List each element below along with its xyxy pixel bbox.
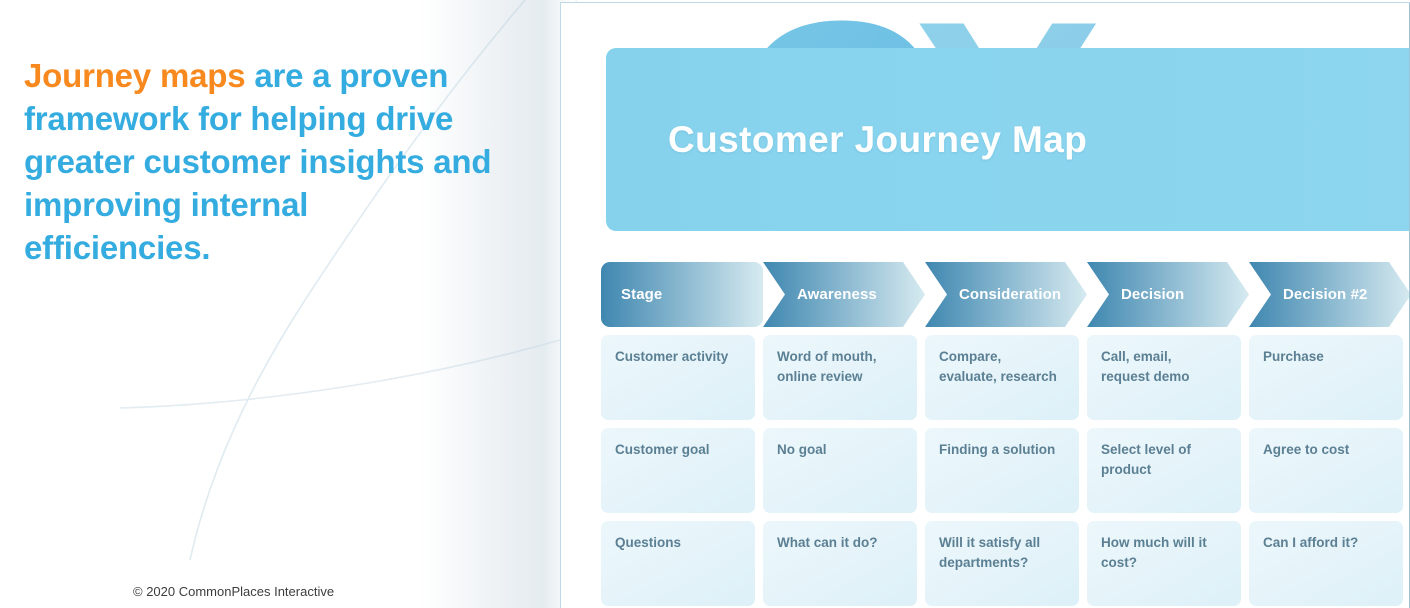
headline-text: Journey maps are a proven framework for … [24, 55, 494, 269]
stage-header-row: Stage Awareness Consideration Decision D… [601, 262, 1409, 327]
journey-map-cell[interactable]: Finding a solution [925, 428, 1079, 513]
stage-header-cell[interactable]: Decision [1087, 262, 1249, 327]
journey-map-cell-text: Select level of product [1101, 442, 1192, 477]
journey-map-cell-text: No goal [777, 442, 827, 457]
row-label-cell[interactable]: Questions [601, 521, 755, 606]
journey-map-cell-text: Finding a solution [939, 442, 1056, 457]
journey-map-cell-text: Will it satisfy all departments? [939, 535, 1041, 570]
journey-map-cell-text: Word of mouth, online review [777, 349, 877, 384]
journey-map-cell[interactable]: Select level of product [1087, 428, 1241, 513]
row-label-text: Customer goal [615, 442, 710, 457]
stage-label: Stage [621, 286, 663, 303]
journey-map-cell-text: Agree to cost [1263, 442, 1350, 457]
row-label-text: Customer activity [615, 349, 729, 364]
journey-map-header-band: Customer Journey Map [606, 48, 1409, 231]
row-label-text: Questions [615, 535, 682, 550]
stage-label: Awareness [797, 286, 877, 303]
stage-header-cell[interactable]: Awareness [763, 262, 925, 327]
journey-map-cell[interactable]: What can it do? [763, 521, 917, 606]
journey-map-row: Customer activity Word of mouth, online r… [601, 335, 1409, 420]
stage-label: Decision #2 [1283, 286, 1368, 303]
row-label-cell[interactable]: Customer activity [601, 335, 755, 420]
journey-map-cell[interactable]: Agree to cost [1249, 428, 1403, 513]
stage-header-cell[interactable]: Decision #2 [1249, 262, 1409, 327]
journey-map-cell-text: Call, email, request demo [1101, 349, 1190, 384]
journey-map-title: Customer Journey Map [668, 118, 1088, 160]
copyright-notice: © 2020 CommonPlaces Interactive [133, 584, 335, 599]
journey-map-cell-text: Purchase [1263, 349, 1324, 364]
journey-map-cell-text: Compare, evaluate, research [939, 349, 1057, 384]
journey-map-cell[interactable]: Call, email, request demo [1087, 335, 1241, 420]
journey-map-cell-text: What can it do? [777, 535, 878, 550]
slide-canvas: Journey maps are a proven framework for … [0, 0, 1410, 608]
journey-map-rows: Customer activity Word of mouth, online r… [601, 335, 1409, 606]
journey-map-cell[interactable]: Compare, evaluate, research [925, 335, 1079, 420]
journey-map-cell-text: How much will it cost? [1101, 535, 1207, 570]
journey-map-panel: C X Customer Journey Map Stage [560, 2, 1410, 608]
headline-accent: Journey maps [24, 57, 246, 94]
journey-map-cell[interactable]: No goal [763, 428, 917, 513]
row-label-cell[interactable]: Customer goal [601, 428, 755, 513]
journey-map-grid: Stage Awareness Consideration Decision D… [601, 262, 1409, 608]
journey-map-cell[interactable]: How much will it cost? [1087, 521, 1241, 606]
stage-header-cell[interactable]: Stage [601, 262, 763, 327]
journey-map-cell[interactable]: Purchase [1249, 335, 1403, 420]
stage-label: Decision [1121, 286, 1185, 303]
journey-map-cell[interactable]: Can I afford it? [1249, 521, 1403, 606]
journey-map-cell-text: Can I afford it? [1263, 535, 1359, 550]
journey-map-row: Customer goal No goal Finding a solution Se… [601, 428, 1409, 513]
journey-map-cell[interactable]: Word of mouth, online review [763, 335, 917, 420]
stage-label: Consideration [959, 286, 1062, 303]
journey-map-cell[interactable]: Will it satisfy all departments? [925, 521, 1079, 606]
stage-header-cell[interactable]: Consideration [925, 262, 1087, 327]
journey-map-row: Questions What can it do? Will it satisfy … [601, 521, 1409, 606]
